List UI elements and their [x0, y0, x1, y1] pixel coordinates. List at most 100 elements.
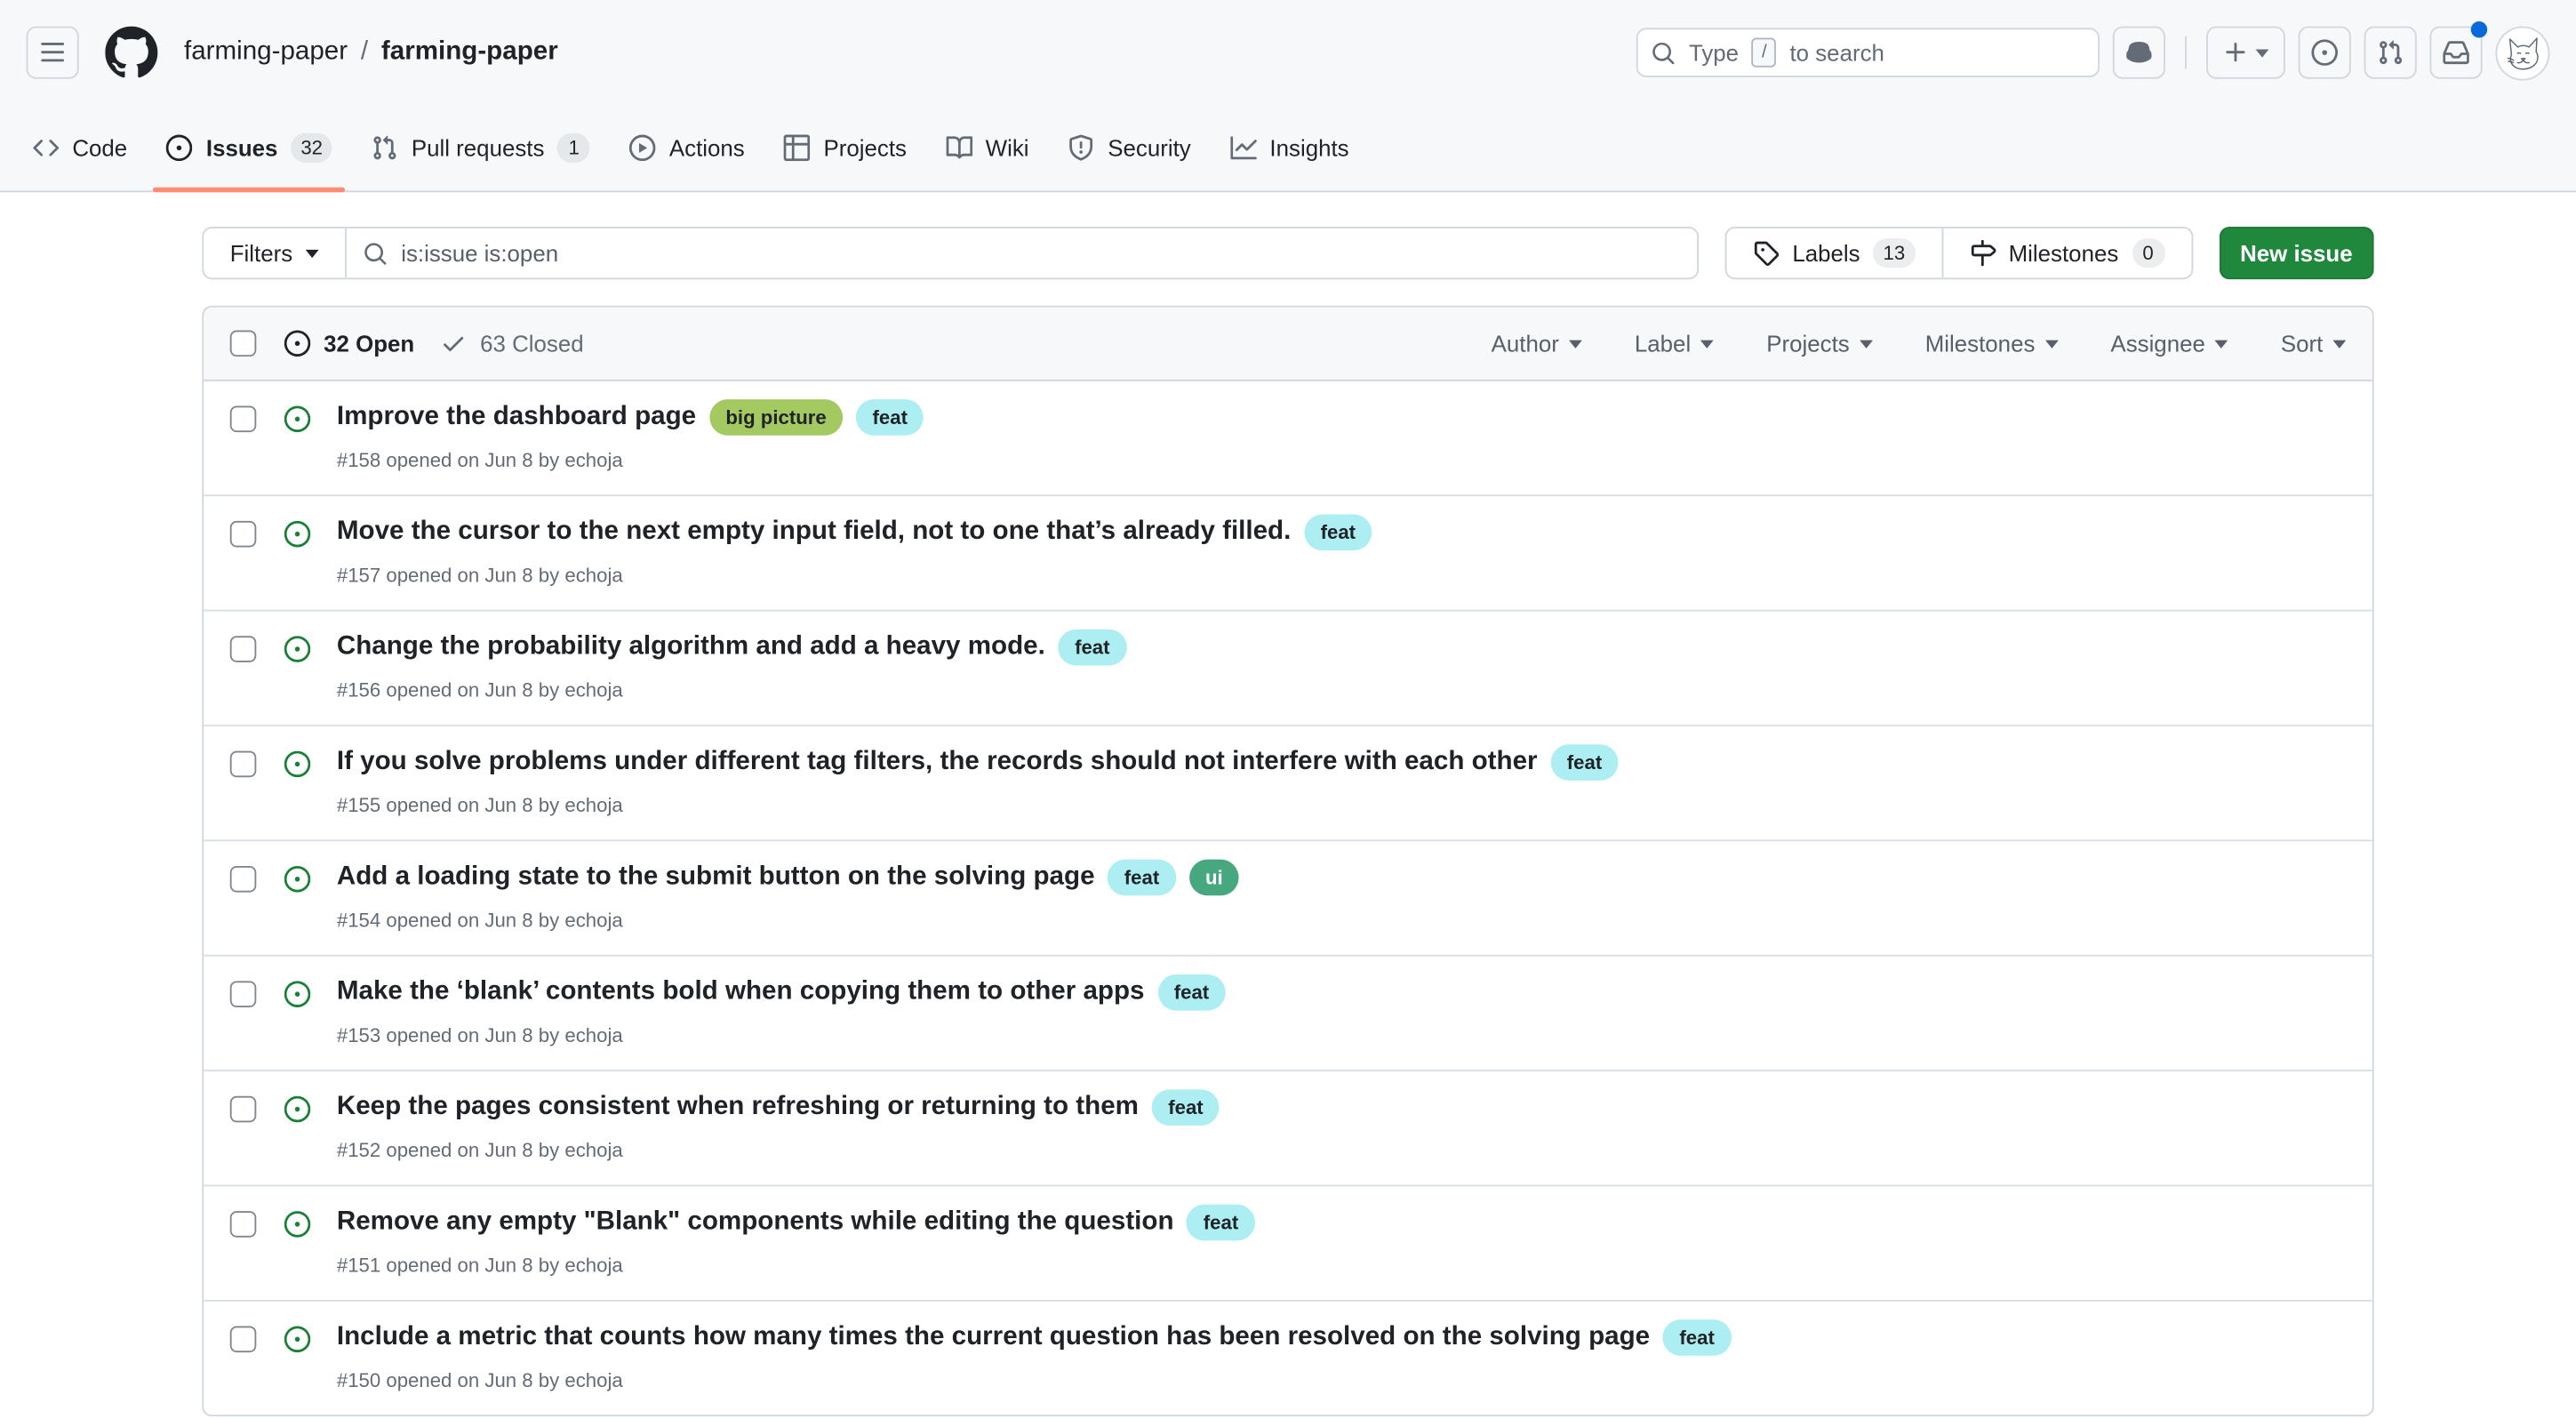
- create-new-button[interactable]: [2206, 27, 2285, 79]
- issue-title-link[interactable]: Remove any empty "Blank" components whil…: [337, 1203, 1174, 1242]
- select-all-checkbox[interactable]: [230, 330, 257, 357]
- hamburger-menu-button[interactable]: [27, 27, 79, 79]
- issue-select-checkbox[interactable]: [230, 981, 257, 1007]
- tab-insights[interactable]: Insights: [1217, 105, 1362, 190]
- issues-search-input[interactable]: is:issue is:open: [347, 228, 1697, 277]
- new-issue-button[interactable]: New issue: [2219, 227, 2374, 279]
- issue-row: Improve the dashboard page big picture fe…: [204, 381, 2372, 495]
- tab-projects[interactable]: Projects: [771, 105, 919, 190]
- git-pull-request-icon: [372, 135, 398, 162]
- plus-icon: [2223, 39, 2250, 66]
- label-filter-dropdown[interactable]: Label: [1635, 330, 1714, 357]
- global-search-input[interactable]: Type / to search: [1636, 28, 2100, 76]
- issue-title-link[interactable]: Add a loading state to the submit button…: [337, 858, 1095, 897]
- avatar[interactable]: [2495, 26, 2549, 80]
- open-issues-toggle[interactable]: 32 Open: [284, 330, 414, 357]
- copilot-icon: [2126, 39, 2153, 66]
- issue-row-main: Remove any empty "Blank" components whil…: [337, 1203, 1255, 1280]
- issue-label-feat[interactable]: feat: [1550, 744, 1618, 781]
- issues-toolbar: Filters is:issue is:open Labels 13 Miles…: [202, 227, 2373, 279]
- issue-label-big-picture[interactable]: big picture: [709, 399, 843, 436]
- milestones-filter-dropdown[interactable]: Milestones: [1925, 330, 2059, 357]
- tab-label: Pull requests: [412, 135, 545, 162]
- issue-select-checkbox[interactable]: [230, 1096, 257, 1123]
- issue-select-checkbox[interactable]: [230, 406, 257, 433]
- issue-meta: #151 opened on Jun 8 by echoja: [337, 1250, 1255, 1279]
- issue-label-feat[interactable]: feat: [1108, 860, 1175, 896]
- open-issue-icon: [284, 751, 311, 778]
- issue-row-main: Make the ‘blank’ contents bold when copy…: [337, 973, 1226, 1050]
- tab-label: Projects: [823, 135, 906, 162]
- breadcrumb-repo[interactable]: farming-paper: [381, 38, 558, 68]
- milestones-count-badge: 0: [2132, 238, 2164, 268]
- issue-select-checkbox[interactable]: [230, 866, 257, 893]
- issue-list: Improve the dashboard page big picture fe…: [204, 381, 2372, 1415]
- issue-select-checkbox[interactable]: [230, 636, 257, 662]
- your-issues-button[interactable]: [2299, 27, 2351, 79]
- issue-title-link[interactable]: If you solve problems under different ta…: [337, 742, 1538, 782]
- tab-issues[interactable]: Issues 32: [154, 105, 346, 190]
- breadcrumb-owner[interactable]: farming-paper: [184, 38, 348, 68]
- issue-row-main: Include a metric that counts how many ti…: [337, 1318, 1731, 1395]
- issue-title-link[interactable]: Improve the dashboard page: [337, 397, 696, 437]
- tab-security[interactable]: Security: [1055, 105, 1204, 190]
- repo-nav: Code Issues 32 Pull requests 1 Actions P…: [0, 105, 2576, 192]
- labels-button[interactable]: Labels 13: [1726, 228, 1940, 277]
- book-icon: [946, 135, 972, 162]
- issue-label-feat[interactable]: feat: [856, 399, 924, 436]
- issue-title-line: Include a metric that counts how many ti…: [337, 1318, 1731, 1357]
- issue-title-link[interactable]: Move the cursor to the next empty input …: [337, 513, 1291, 552]
- table-icon: [784, 135, 811, 162]
- search-icon: [364, 241, 388, 266]
- author-filter-dropdown[interactable]: Author: [1492, 330, 1582, 357]
- filter-search-group: Filters is:issue is:open: [202, 227, 1699, 279]
- issue-title-line: Change the probability algorithm and add…: [337, 628, 1126, 667]
- issue-label-feat[interactable]: feat: [1157, 974, 1225, 1011]
- issue-label-feat[interactable]: feat: [1059, 629, 1126, 666]
- assignee-filter-dropdown[interactable]: Assignee: [2110, 330, 2228, 357]
- milestones-label: Milestones: [2009, 240, 2119, 267]
- issue-label-feat[interactable]: feat: [1663, 1319, 1731, 1356]
- unread-notification-dot: [2471, 21, 2487, 37]
- closed-issues-toggle[interactable]: 63 Closed: [441, 330, 584, 357]
- header-actions: Type / to search: [1636, 26, 2550, 80]
- issue-meta: #150 opened on Jun 8 by echoja: [337, 1366, 1731, 1395]
- issue-row: Add a loading state to the submit button…: [204, 839, 2372, 954]
- tab-code[interactable]: Code: [20, 105, 140, 190]
- issue-title-link[interactable]: Include a metric that counts how many ti…: [337, 1318, 1650, 1357]
- github-logo[interactable]: [105, 27, 157, 79]
- tab-actions[interactable]: Actions: [617, 105, 758, 190]
- issue-opened-icon: [167, 135, 194, 162]
- caret-down-icon: [2332, 340, 2346, 348]
- issue-row: Make the ‘blank’ contents bold when copy…: [204, 955, 2372, 1070]
- tag-icon: [1753, 240, 1780, 267]
- issue-title-link[interactable]: Make the ‘blank’ contents bold when copy…: [337, 973, 1145, 1012]
- sort-filter-dropdown[interactable]: Sort: [2281, 330, 2346, 357]
- tab-pull-requests[interactable]: Pull requests 1: [359, 105, 604, 190]
- issue-label-feat[interactable]: feat: [1187, 1205, 1254, 1241]
- issues-list-header: 32 Open 63 Closed Author Label Projects …: [204, 308, 2372, 381]
- issue-select-checkbox[interactable]: [230, 1327, 257, 1353]
- your-pull-requests-button[interactable]: [2364, 27, 2417, 79]
- open-issue-icon: [284, 1211, 311, 1238]
- copilot-button[interactable]: [2113, 27, 2165, 79]
- tab-wiki[interactable]: Wiki: [933, 105, 1043, 190]
- issue-select-checkbox[interactable]: [230, 521, 257, 548]
- issue-label-feat[interactable]: feat: [1304, 514, 1372, 550]
- header-divider: [2185, 36, 2187, 69]
- issue-row: Include a metric that counts how many ti…: [204, 1300, 2372, 1415]
- inbox-button[interactable]: [2430, 27, 2483, 79]
- issue-title-link[interactable]: Change the probability algorithm and add…: [337, 628, 1045, 667]
- issue-row: Remove any empty "Blank" components whil…: [204, 1185, 2372, 1300]
- issue-label-ui[interactable]: ui: [1188, 860, 1239, 896]
- issue-select-checkbox[interactable]: [230, 1211, 257, 1238]
- issue-title-link[interactable]: Keep the pages consistent when refreshin…: [337, 1088, 1139, 1127]
- projects-filter-dropdown[interactable]: Projects: [1766, 330, 1872, 357]
- issue-label-feat[interactable]: feat: [1152, 1089, 1220, 1126]
- filters-dropdown-button[interactable]: Filters: [204, 228, 347, 277]
- issue-select-checkbox[interactable]: [230, 751, 257, 778]
- milestones-button[interactable]: Milestones 0: [1941, 228, 2191, 277]
- filter-label: Author: [1492, 330, 1559, 357]
- search-placeholder-suffix: to search: [1789, 39, 1884, 66]
- issue-title-line: Add a loading state to the submit button…: [337, 858, 1239, 897]
